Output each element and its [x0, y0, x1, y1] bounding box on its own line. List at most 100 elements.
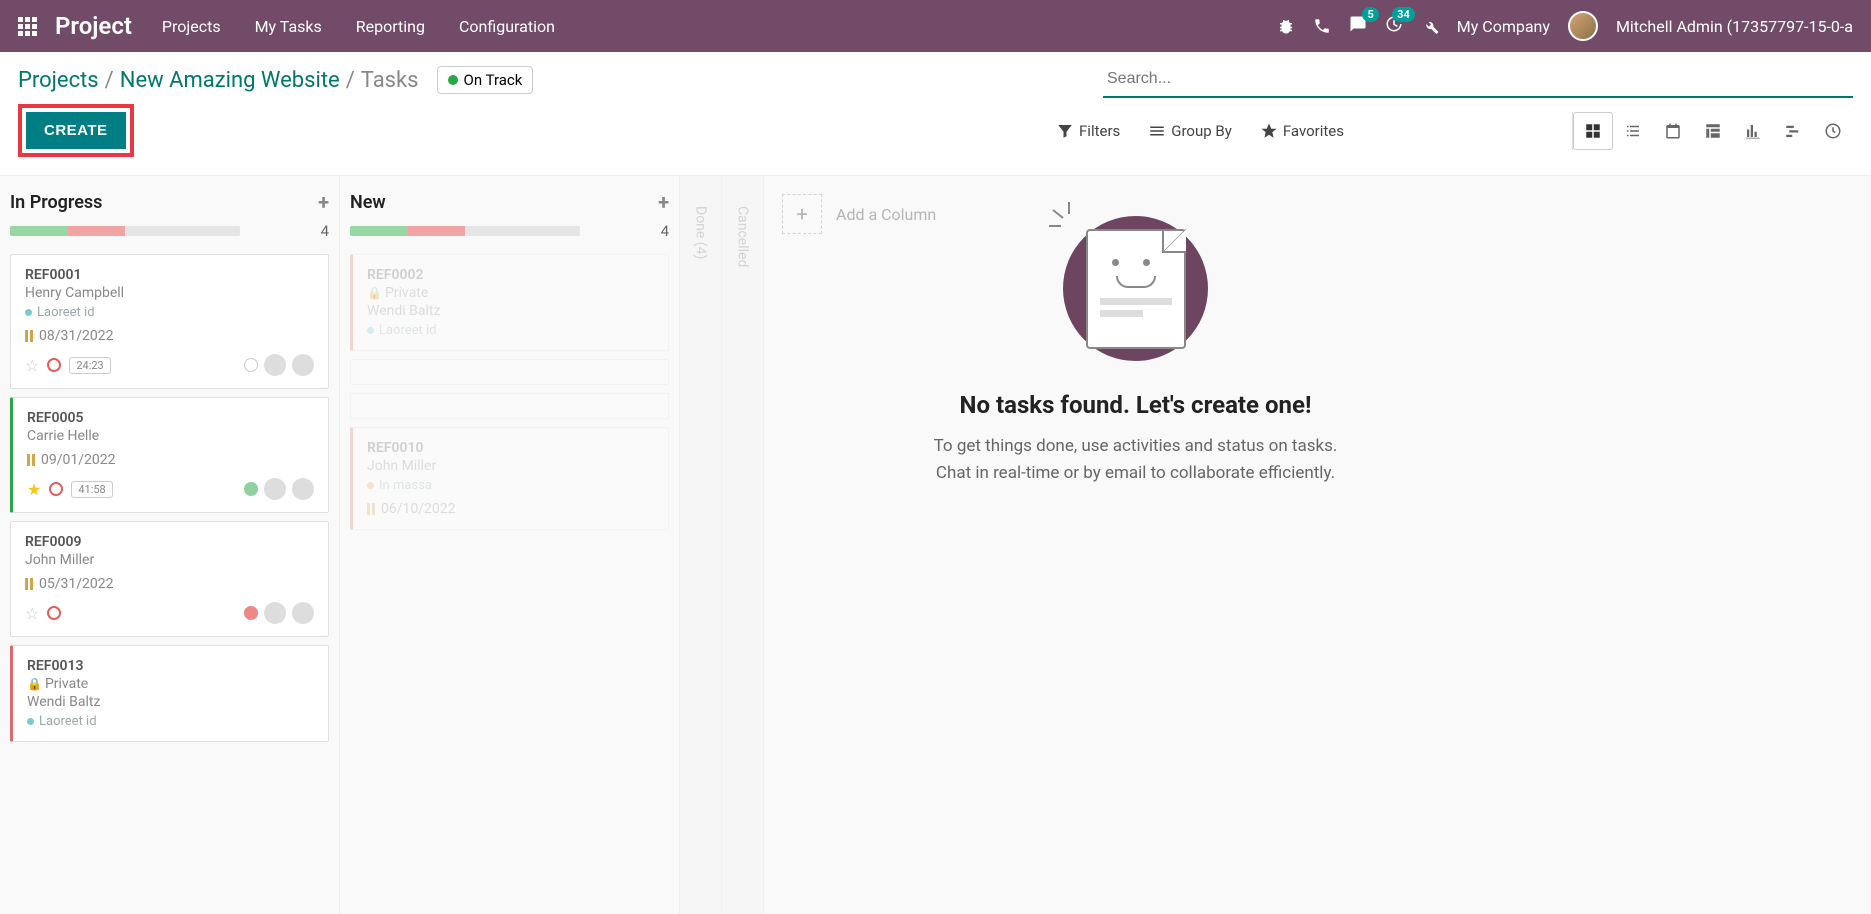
column-in-progress: In Progress + 4 REF0001Henry CampbellLao… — [0, 176, 340, 914]
smiley-icon[interactable] — [264, 478, 286, 500]
star-toggle[interactable]: ☆ — [25, 356, 39, 375]
task-card[interactable]: REF0002🔒PrivateWendi BaltzLaoreet id — [350, 254, 669, 351]
groupby-button[interactable]: Group By — [1148, 122, 1232, 140]
task-ref: REF0001 — [25, 267, 314, 283]
create-highlight: CREATE — [18, 104, 134, 157]
nav-reporting[interactable]: Reporting — [356, 17, 425, 36]
user-name[interactable]: Mitchell Admin (17357797-15-0-a — [1616, 17, 1853, 36]
kanban-board: In Progress + 4 REF0001Henry CampbellLao… — [0, 175, 1871, 914]
user-avatar[interactable] — [1568, 11, 1598, 41]
add-column-button[interactable]: + — [782, 194, 822, 234]
create-button[interactable]: CREATE — [26, 112, 126, 149]
column-new: New + 4 REF0002🔒PrivateWendi BaltzLaoree… — [340, 176, 680, 914]
view-graph[interactable] — [1733, 112, 1773, 150]
status-circle[interactable] — [244, 482, 258, 496]
time-badge: 24:23 — [69, 357, 110, 374]
top-nav: Project Projects My Tasks Reporting Conf… — [0, 0, 1871, 52]
tag-dot-icon — [367, 327, 374, 334]
add-column-label[interactable]: Add a Column — [836, 205, 936, 224]
task-ref: REF0013 — [27, 658, 314, 674]
task-card[interactable]: REF0005 Carrie Helle 09/01/2022 ★ 41:58 — [10, 397, 329, 513]
star-toggle[interactable]: ☆ — [25, 604, 39, 623]
star-toggle[interactable]: ★ — [27, 480, 41, 499]
column-count: 4 — [661, 222, 669, 240]
task-ref: REF0009 — [25, 534, 314, 550]
view-activity[interactable] — [1813, 112, 1853, 150]
nav-projects[interactable]: Projects — [162, 17, 221, 36]
bug-icon[interactable] — [1277, 17, 1295, 35]
tag-dot-icon — [367, 482, 374, 489]
assignee-avatar[interactable] — [292, 602, 314, 624]
task-footer: ☆ 24:23 — [25, 354, 314, 376]
tools-icon[interactable] — [1421, 17, 1439, 35]
column-title[interactable]: In Progress — [10, 192, 102, 213]
task-date: 05/31/2022 — [25, 576, 314, 592]
task-card[interactable] — [350, 393, 669, 419]
nav-right: 5 34 My Company Mitchell Admin (17357797… — [1277, 11, 1853, 41]
nav-configuration[interactable]: Configuration — [459, 17, 555, 36]
crumb-current: Tasks — [361, 68, 419, 93]
task-private: 🔒Private — [27, 676, 314, 692]
folded-column-cancelled[interactable]: Cancelled — [722, 176, 764, 914]
favorites-button[interactable]: Favorites — [1260, 122, 1344, 140]
lock-icon: 🔒 — [27, 677, 42, 691]
apps-icon[interactable] — [18, 17, 37, 36]
column-add-icon[interactable]: + — [318, 190, 329, 214]
crumb-projects[interactable]: Projects — [18, 68, 99, 93]
clock-icon[interactable] — [47, 358, 61, 372]
task-footer: ★ 41:58 — [27, 478, 314, 500]
column-progress[interactable] — [10, 226, 240, 236]
view-list[interactable] — [1613, 112, 1653, 150]
project-status-pill[interactable]: On Track — [437, 66, 534, 94]
phone-icon[interactable] — [1313, 17, 1331, 35]
status-circle[interactable] — [244, 606, 258, 620]
task-date: 09/01/2022 — [27, 452, 314, 468]
view-gantt[interactable] — [1773, 112, 1813, 150]
task-footer: ☆ — [25, 602, 314, 624]
smiley-icon[interactable] — [264, 354, 286, 376]
tag-dot-icon — [27, 718, 34, 725]
pause-icon — [27, 454, 35, 466]
view-kanban[interactable] — [1573, 112, 1613, 150]
task-card[interactable] — [350, 359, 669, 385]
search-input[interactable] — [1103, 62, 1853, 98]
task-card[interactable]: REF0001Henry CampbellLaoreet id08/31/202… — [10, 254, 329, 389]
clock-icon[interactable] — [49, 482, 63, 496]
task-card[interactable]: REF0010John MillerIn massa06/10/2022 — [350, 427, 669, 530]
view-calendar[interactable] — [1653, 112, 1693, 150]
nav-my-tasks[interactable]: My Tasks — [255, 17, 322, 36]
column-progress[interactable] — [350, 226, 580, 236]
column-count: 4 — [321, 222, 329, 240]
smiley-icon[interactable] — [264, 602, 286, 624]
app-brand[interactable]: Project — [55, 12, 132, 40]
task-ref: REF0005 — [27, 410, 314, 426]
crumb-project-name[interactable]: New Amazing Website — [120, 68, 340, 93]
folded-column-done[interactable]: Done (4) — [680, 176, 722, 914]
task-tag: Laoreet id — [367, 323, 437, 338]
task-card[interactable]: REF0013🔒PrivateWendi BaltzLaoreet id — [10, 645, 329, 742]
task-person: Carrie Helle — [27, 428, 314, 444]
assignee-avatar[interactable] — [292, 354, 314, 376]
pause-icon — [25, 578, 33, 590]
activities-icon[interactable]: 34 — [1385, 15, 1403, 37]
view-pivot[interactable] — [1693, 112, 1733, 150]
funnel-icon — [1056, 122, 1074, 140]
task-ref: REF0002 — [367, 267, 654, 283]
task-tag: In massa — [367, 478, 432, 493]
messages-icon[interactable]: 5 — [1349, 15, 1367, 37]
column-add-icon[interactable]: + — [658, 190, 669, 214]
lines-icon — [1148, 122, 1166, 140]
task-ref: REF0010 — [367, 440, 654, 456]
view-switcher — [1572, 112, 1853, 150]
filters-button[interactable]: Filters — [1056, 122, 1120, 140]
status-circle[interactable] — [244, 358, 258, 372]
assignee-avatar[interactable] — [292, 478, 314, 500]
task-card[interactable]: REF0009John Miller05/31/2022☆ — [10, 521, 329, 637]
clock-icon[interactable] — [47, 606, 61, 620]
activities-badge: 34 — [1392, 7, 1415, 22]
pause-icon — [25, 330, 33, 342]
column-title[interactable]: New — [350, 192, 386, 213]
company-name[interactable]: My Company — [1457, 17, 1550, 36]
time-badge: 41:58 — [71, 481, 112, 498]
breadcrumb-row: Projects / New Amazing Website / Tasks O… — [0, 52, 1871, 104]
